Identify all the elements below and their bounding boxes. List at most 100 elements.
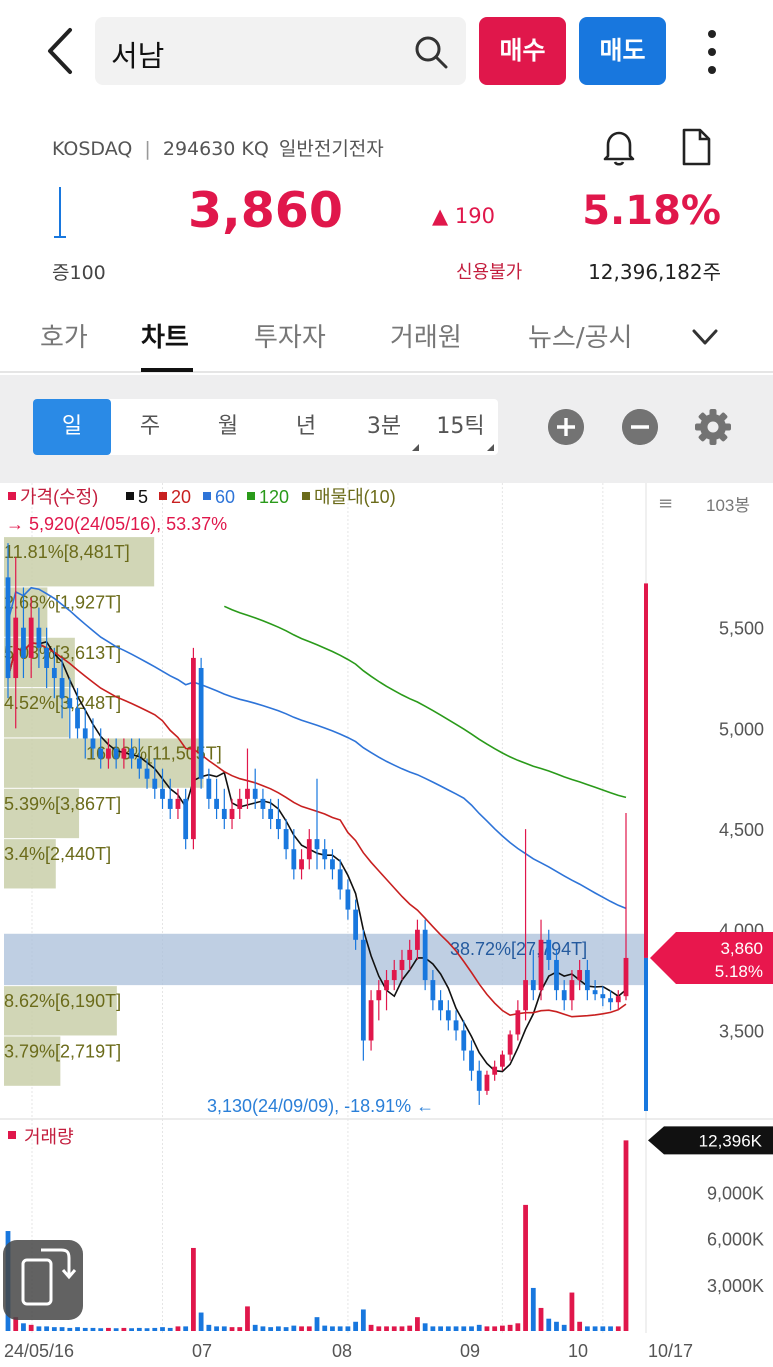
volume-bar <box>260 1326 266 1331</box>
candle-body <box>13 617 19 679</box>
search-icon[interactable] <box>414 35 448 69</box>
legend-swatch <box>159 492 167 500</box>
volume-bar <box>438 1326 443 1331</box>
volume-bar <box>608 1326 613 1331</box>
rotate-screen-button[interactable] <box>3 1240 83 1320</box>
current-day-range-up <box>644 583 648 958</box>
volume-bar <box>44 1326 50 1331</box>
candle-body <box>554 959 559 991</box>
tab-chart[interactable]: 차트 <box>141 317 189 354</box>
volume-bar <box>275 1326 281 1331</box>
candle-body <box>167 798 173 809</box>
candle-body <box>445 1010 451 1021</box>
candle-body <box>546 939 552 960</box>
period-3min-label: 3분 <box>366 414 402 439</box>
legend-swatch <box>302 492 310 500</box>
legend-swatch <box>126 492 134 500</box>
volume-bar <box>399 1326 405 1331</box>
candle-body <box>82 728 88 739</box>
menu-icon[interactable]: ≡ <box>658 493 673 514</box>
volume-bar <box>191 1247 196 1331</box>
volume-bar <box>306 1326 312 1331</box>
stock-search-box[interactable]: 서남 <box>95 17 466 85</box>
candle-body <box>5 577 11 679</box>
volume-bar <box>136 1327 142 1331</box>
candle-body <box>561 990 567 1001</box>
volume-bar <box>36 1326 42 1331</box>
candle-body <box>376 990 382 1001</box>
volume-bar <box>577 1321 583 1331</box>
legend-label: 매물대(10) <box>314 487 396 507</box>
volume-bar <box>530 1287 536 1331</box>
current-day-range-down <box>644 957 648 1111</box>
more-vertical-icon[interactable] <box>698 28 726 76</box>
candle-body <box>500 1054 505 1067</box>
candle-body <box>136 758 142 769</box>
sell-button[interactable]: 매도 <box>579 17 666 85</box>
gear-icon[interactable] <box>694 408 732 446</box>
volume-bar <box>492 1326 498 1331</box>
price-tick-label: 5,000 <box>719 719 764 739</box>
back-arrow-icon[interactable] <box>40 22 84 80</box>
stock-code: 294630 KQ <box>162 138 269 160</box>
tab-brokers[interactable]: 거래원 <box>390 317 462 354</box>
period-year[interactable]: 년 <box>267 399 345 455</box>
period-month[interactable]: 월 <box>189 399 267 455</box>
candle-body <box>438 1000 443 1011</box>
volume-bar <box>469 1326 474 1331</box>
candle-body <box>430 980 436 1001</box>
volume-bar <box>569 1292 575 1331</box>
candle-body <box>314 839 320 850</box>
volume-bar <box>523 1204 528 1331</box>
tab-investors[interactable]: 투자자 <box>254 317 326 354</box>
tab-news[interactable]: 뉴스/공시 <box>528 317 632 354</box>
chevron-down-icon[interactable] <box>690 325 720 349</box>
legend-label: 20 <box>171 487 191 507</box>
trading-volume: 12,396,182주 <box>588 260 721 284</box>
tab-orderbook[interactable]: 호가 <box>40 317 88 354</box>
candle-body <box>291 849 297 870</box>
volume-bar <box>384 1326 389 1331</box>
volume-bar <box>221 1326 227 1331</box>
volume-bar <box>167 1327 173 1331</box>
volume-bar <box>106 1327 111 1331</box>
volume-bar <box>600 1326 606 1331</box>
candle-body <box>59 678 65 699</box>
volume-bar <box>82 1327 88 1331</box>
period-week[interactable]: 주 <box>111 399 189 455</box>
volume-bar <box>98 1328 104 1331</box>
period-day[interactable]: 일 <box>33 399 111 455</box>
volume-bar <box>461 1326 467 1331</box>
x-tick-label: 24/05/16 <box>4 1341 74 1361</box>
x-tick-label: 07 <box>192 1341 212 1361</box>
candle-body <box>608 998 613 1003</box>
meta-divider: | <box>144 138 151 160</box>
zoom-in-icon[interactable] <box>548 409 584 445</box>
dropdown-corner-icon <box>412 444 419 451</box>
volume-bar <box>500 1325 505 1331</box>
candle-body <box>507 1034 513 1055</box>
candle-body <box>198 667 204 779</box>
legend-label: 가격(수정) <box>20 487 98 507</box>
period-3min[interactable]: 3분 <box>345 399 423 455</box>
current-volume-tag-label: 12,396K <box>699 1131 763 1150</box>
legend-swatch <box>247 492 255 500</box>
volume-bar <box>538 1307 544 1331</box>
candle-body <box>191 657 196 840</box>
candle-body <box>345 889 351 910</box>
volume-bar <box>299 1326 304 1331</box>
volume-bar <box>214 1326 219 1331</box>
price-chart[interactable]: 11.81%[8,481T]2.68%[1,927T]5.03%[3,613T]… <box>0 483 773 1367</box>
candle-body <box>399 959 405 971</box>
candle-body <box>391 970 397 981</box>
volume-bar <box>345 1326 351 1331</box>
candle-body <box>569 980 575 1001</box>
period-15tick[interactable]: 15틱 <box>423 399 498 455</box>
high-annotation: → 5,920(24/05/16), 53.37% <box>6 514 227 534</box>
rotate-phone-icon <box>21 1248 77 1306</box>
zoom-out-icon[interactable] <box>622 409 658 445</box>
bell-icon[interactable] <box>598 126 640 168</box>
buy-button[interactable]: 매수 <box>479 17 566 85</box>
document-icon[interactable] <box>675 126 717 168</box>
candle-body <box>306 839 312 860</box>
